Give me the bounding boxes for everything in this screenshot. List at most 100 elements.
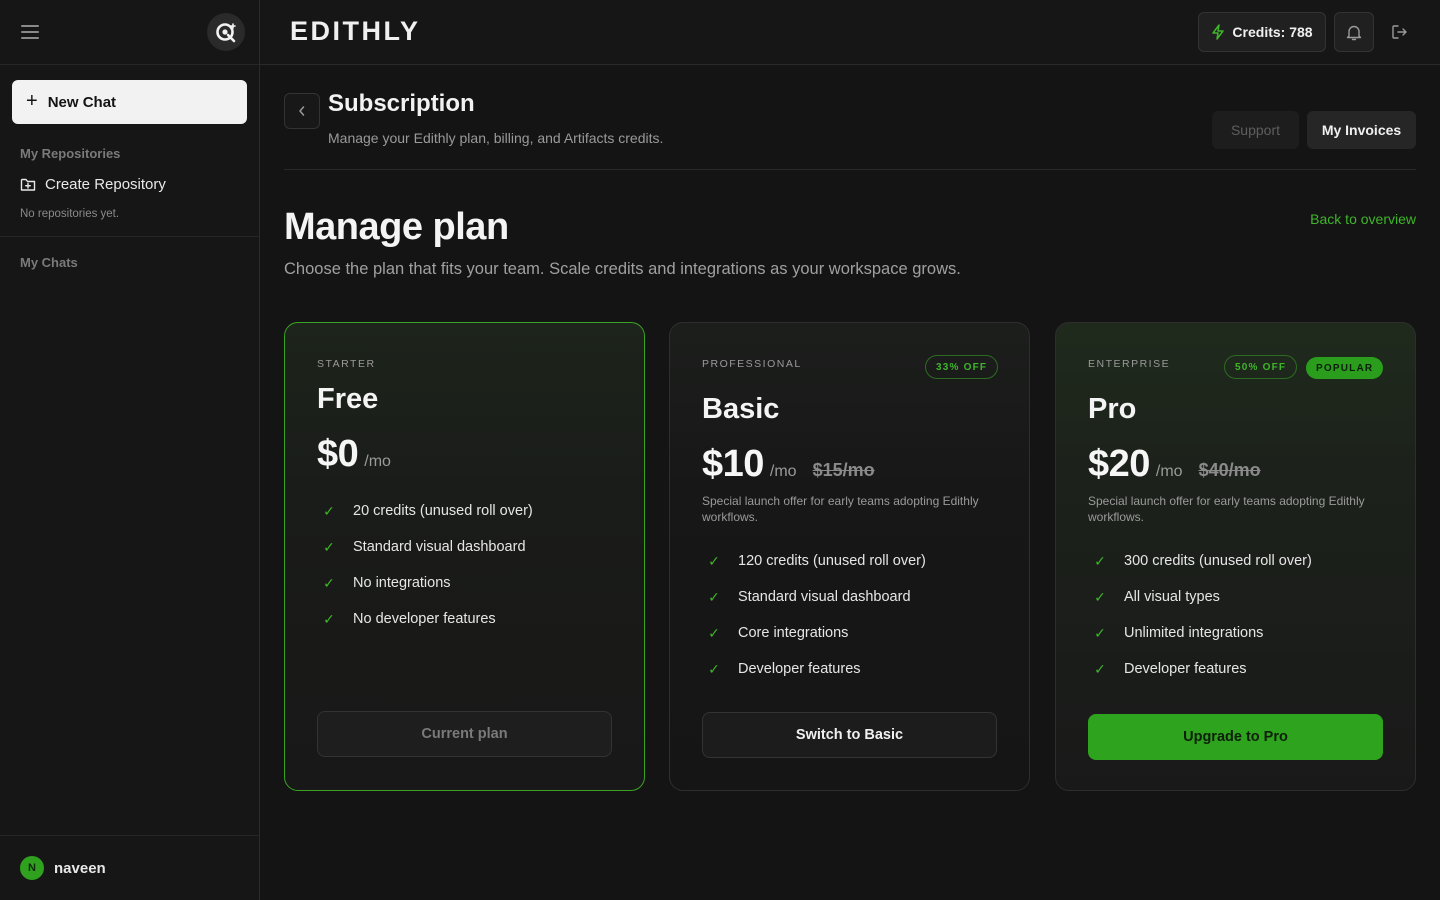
feature-text: Unlimited integrations — [1124, 625, 1264, 641]
price-period: /mo — [769, 463, 797, 480]
sidebar-header — [0, 0, 259, 64]
feature-list: ✓ 120 credits (unused roll over) ✓ Standar… — [702, 543, 926, 687]
check-icon: ✓ — [323, 502, 335, 519]
check-icon: ✓ — [708, 660, 720, 677]
feature-text: 300 credits (unused roll over) — [1124, 553, 1312, 569]
price-period: /mo — [1155, 463, 1183, 480]
chats-heading: My Chats — [20, 255, 78, 270]
sidebar-divider — [0, 236, 259, 237]
feature-text: Developer features — [1124, 661, 1247, 677]
plan-tier: STARTER — [317, 358, 376, 370]
chevron-left-icon — [299, 106, 305, 116]
feature-item: ✓ 120 credits (unused roll over) — [702, 543, 926, 579]
back-to-overview-link[interactable]: Back to overview — [1310, 211, 1416, 227]
bell-icon — [1346, 25, 1362, 40]
feature-item: ✓ Unlimited integrations — [1088, 615, 1312, 651]
check-icon: ✓ — [323, 574, 335, 591]
feature-item: ✓ No developer features — [317, 601, 533, 637]
avatar: N — [20, 856, 44, 880]
manage-plan-subtitle: Choose the plan that fits your team. Sca… — [284, 260, 961, 278]
offer-note: Special launch offer for early teams ado… — [1088, 494, 1365, 524]
price-row: $0 /mo — [317, 433, 391, 476]
check-icon: ✓ — [1094, 660, 1106, 677]
feature-text: Core integrations — [738, 625, 849, 641]
feature-item: ✓ Developer features — [1088, 651, 1312, 687]
plan-name: Pro — [1088, 393, 1137, 425]
plan-card-basic: PROFESSIONAL 33% OFF Basic $10 /mo $15/m… — [669, 322, 1030, 791]
plan-price: $0 — [317, 433, 359, 475]
create-repository-label: Create Repository — [45, 176, 166, 193]
manage-plan-title: Manage plan — [284, 206, 509, 248]
new-chat-label: New Chat — [47, 93, 117, 111]
feature-item: ✓ 300 credits (unused roll over) — [1088, 543, 1312, 579]
feature-item: ✓ Developer features — [702, 651, 926, 687]
check-icon: ✓ — [323, 538, 335, 555]
feature-item: ✓ 20 credits (unused roll over) — [317, 493, 533, 529]
feature-text: All visual types — [1124, 589, 1220, 605]
feature-text: 120 credits (unused roll over) — [738, 553, 926, 569]
feature-item: ✓ Standard visual dashboard — [317, 529, 533, 565]
discount-badge: 33% OFF — [925, 355, 999, 379]
plan-tier: PROFESSIONAL — [702, 358, 802, 370]
no-repositories-text: No repositories yet. — [20, 208, 120, 220]
feature-item: ✓ Standard visual dashboard — [702, 579, 926, 615]
popular-badge: POPULAR — [1306, 357, 1384, 379]
discount-badge: 50% OFF — [1224, 355, 1298, 379]
feature-text: Developer features — [738, 661, 861, 677]
credits-label: Credits: 788 — [1232, 24, 1313, 40]
check-icon: ✓ — [1094, 588, 1106, 605]
upgrade-to-pro-button[interactable]: Upgrade to Pro — [1088, 714, 1383, 760]
feature-text: 20 credits (unused roll over) — [353, 503, 533, 519]
plan-tier: ENTERPRISE — [1088, 358, 1171, 370]
price-period: /mo — [364, 453, 391, 470]
plan-card-pro: ENTERPRISE 50% OFF POPULAR Pro $20 /mo $… — [1055, 322, 1416, 791]
price-row: $20 /mo $40/mo — [1088, 443, 1261, 486]
plan-name: Basic — [702, 393, 780, 425]
plan-card-free: STARTER Free $0 /mo ✓ 20 credits (unused … — [284, 322, 645, 791]
feature-list: ✓ 300 credits (unused roll over) ✓ All vis… — [1088, 543, 1312, 687]
page-subtitle: Manage your Edithly plan, billing, and A… — [328, 130, 664, 146]
username: naveen — [54, 859, 106, 877]
feature-text: No integrations — [353, 575, 451, 591]
feature-item: ✓ All visual types — [1088, 579, 1312, 615]
app-logo-icon[interactable] — [207, 13, 245, 51]
create-repository-button[interactable]: Create Repository — [20, 176, 166, 193]
check-icon: ✓ — [708, 624, 720, 641]
credits-button[interactable]: Credits: 788 — [1198, 12, 1326, 52]
new-chat-button[interactable]: + New Chat — [12, 80, 247, 124]
feature-item: ✓ Core integrations — [702, 615, 926, 651]
feature-item: ✓ No integrations — [317, 565, 533, 601]
top-bar: EDITHLY Credits: 788 — [260, 0, 1440, 65]
logout-icon — [1391, 25, 1407, 39]
logout-button[interactable] — [1382, 12, 1416, 52]
sidebar: + New Chat My Repositories Create Reposi… — [0, 0, 260, 900]
header-divider — [284, 169, 1416, 170]
lightning-icon — [1212, 24, 1225, 40]
app-root: + New Chat My Repositories Create Reposi… — [0, 0, 1440, 900]
user-profile[interactable]: N naveen — [0, 835, 259, 900]
notifications-button[interactable] — [1334, 12, 1374, 52]
back-button[interactable] — [284, 93, 320, 129]
support-button[interactable]: Support — [1212, 111, 1299, 149]
offer-note: Special launch offer for early teams ado… — [702, 494, 979, 524]
original-price: $15/mo — [812, 460, 875, 480]
feature-text: Standard visual dashboard — [353, 539, 526, 555]
plan-price: $10 — [702, 443, 764, 485]
switch-to-basic-button[interactable]: Switch to Basic — [702, 712, 997, 758]
plus-icon: + — [26, 90, 38, 112]
feature-text: No developer features — [353, 611, 496, 627]
check-icon: ✓ — [1094, 552, 1106, 569]
folder-plus-icon — [20, 178, 36, 191]
check-icon: ✓ — [708, 588, 720, 605]
feature-text: Standard visual dashboard — [738, 589, 911, 605]
plan-name: Free — [317, 383, 379, 415]
my-invoices-button[interactable]: My Invoices — [1307, 111, 1416, 149]
feature-list: ✓ 20 credits (unused roll over) ✓ Standard… — [317, 493, 533, 637]
repositories-heading: My Repositories — [20, 146, 121, 161]
menu-icon[interactable] — [20, 24, 40, 40]
check-icon: ✓ — [323, 610, 335, 627]
brand-logo: EDITHLY — [290, 16, 421, 46]
plan-price: $20 — [1088, 443, 1150, 485]
current-plan-button[interactable]: Current plan — [317, 711, 612, 757]
price-row: $10 /mo $15/mo — [702, 443, 875, 486]
